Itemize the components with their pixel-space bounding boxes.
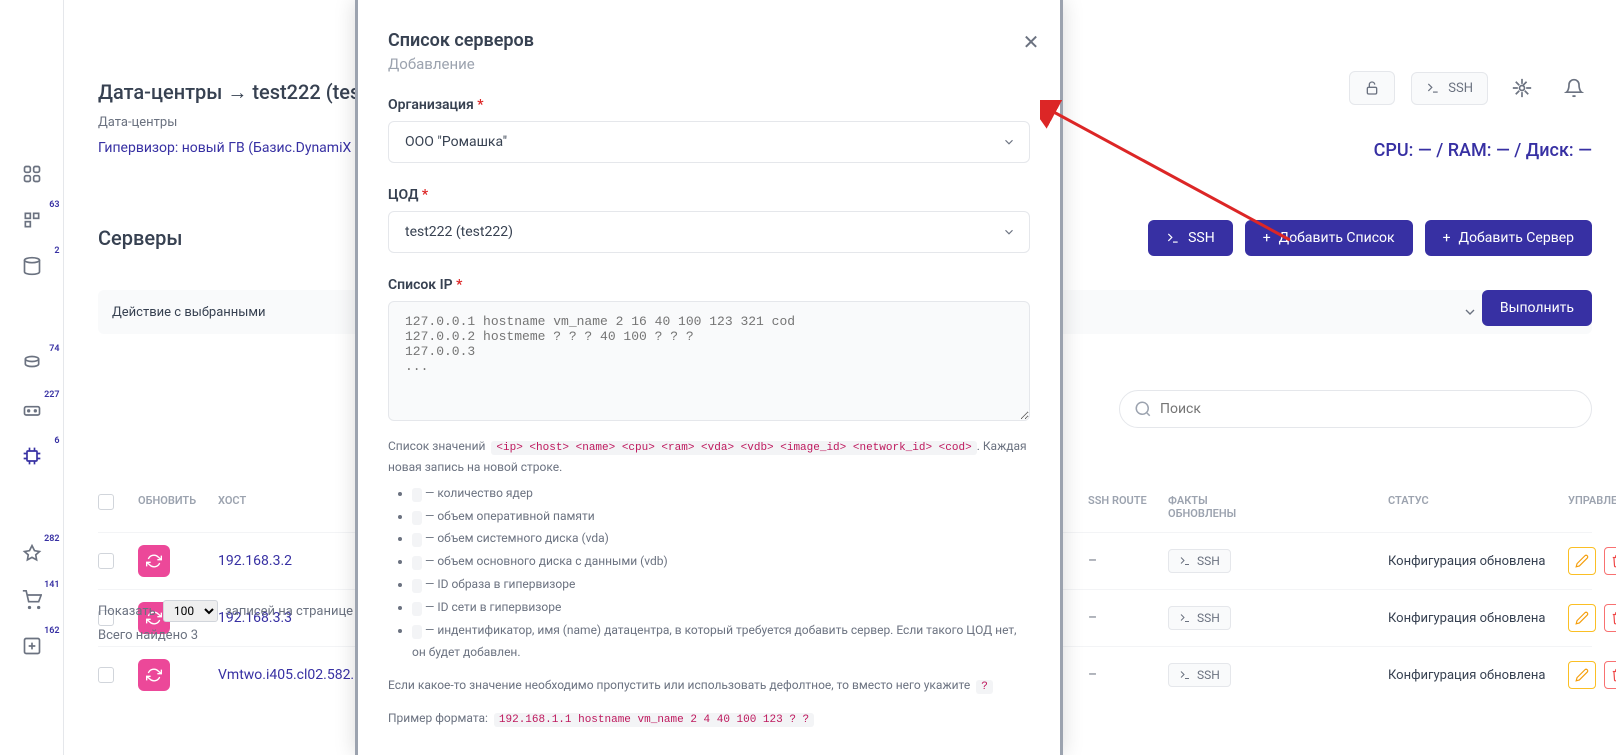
org-select[interactable]: ООО "Ромашка" — [388, 121, 1030, 163]
hypervisor-link[interactable]: Гипервизор: новый ГВ (Базис.DynamiX — [98, 140, 351, 156]
select-all-checkbox[interactable] — [98, 494, 114, 510]
status-text: Конфигурация обновлена — [1388, 668, 1545, 683]
nav-cpu-icon[interactable]: 6 — [20, 444, 44, 468]
gear-icon[interactable] — [1504, 70, 1540, 106]
nav-badge-5: 6 — [54, 436, 59, 446]
plus-icon: + — [1443, 230, 1451, 246]
pagination: Показать 100 записей на странице Всего н… — [98, 600, 353, 643]
ip-label: Список IP — [388, 277, 453, 293]
execute-button[interactable]: Выполнить — [1482, 290, 1592, 326]
nav-badge-4: 227 — [44, 390, 59, 400]
help-item: — объем системного диска (vda) — [412, 528, 1030, 551]
nav-badge-7: 141 — [44, 580, 59, 590]
pag-show: Показать — [98, 604, 156, 619]
row-checkbox[interactable] — [98, 553, 114, 569]
plus-icon: + — [1263, 230, 1271, 246]
nav-item-6[interactable]: 282 — [20, 542, 44, 566]
nav-item-4[interactable]: 227 — [20, 398, 44, 422]
pag-total: Всего найдено 3 — [98, 628, 353, 643]
topbar-ssh-label: SSH — [1448, 81, 1473, 96]
help-item: — ID сети в гипервизоре — [412, 597, 1030, 620]
close-icon[interactable]: ✕ — [1019, 30, 1043, 54]
nav-badge-1: 63 — [49, 200, 59, 210]
help-item: — объем оперативной памяти — [412, 506, 1030, 529]
nav-badge-3: 74 — [49, 344, 59, 354]
topbar: SSH — [1349, 70, 1592, 106]
host-link[interactable]: 192.168.3.2 — [218, 553, 292, 569]
edit-icon[interactable] — [1568, 661, 1596, 689]
search-icon — [1134, 400, 1152, 418]
help-intro: Список значений <ip> <host> <name> <cpu>… — [388, 437, 1030, 477]
add-server-label: Добавить Сервер — [1459, 230, 1574, 246]
delete-icon[interactable] — [1604, 547, 1616, 575]
sidebar: 63 2 74 227 6 282 141 162 — [0, 0, 64, 755]
unlock-button[interactable] — [1349, 71, 1395, 105]
edit-icon[interactable] — [1568, 547, 1596, 575]
col-sshroute: SSH ROUTE — [1088, 494, 1168, 520]
nav-badge-2: 2 — [54, 246, 59, 256]
add-list-modal: ✕ Список серверов Добавление Организация… — [355, 0, 1063, 755]
ssh-section-button[interactable]: SSH — [1148, 220, 1233, 256]
example-help: Пример формата: 192.168.1.1 hostname vm_… — [388, 709, 1030, 730]
breadcrumb-sub[interactable]: Дата-центры — [98, 115, 177, 130]
help-list: — количество ядер — объем оперативной па… — [388, 483, 1030, 664]
status-text: Конфигурация обновлена — [1388, 611, 1545, 626]
cod-select[interactable]: test222 (test222) — [388, 211, 1030, 253]
add-server-button[interactable]: + Добавить Сервер — [1425, 220, 1592, 256]
nav-item-8[interactable]: 162 — [20, 634, 44, 658]
nav-item-1[interactable]: 63 — [20, 208, 44, 232]
add-list-label: Добавить Список — [1279, 230, 1395, 246]
host-link[interactable]: Vmtwo.i405.cl02.582. — [218, 667, 354, 683]
page-size-select[interactable]: 100 — [163, 600, 218, 622]
chevron-down-icon[interactable] — [1462, 304, 1478, 320]
nav-apps-icon[interactable] — [20, 162, 44, 186]
col-refresh: ОБНОВИТЬ — [138, 494, 218, 520]
nav-db-icon[interactable]: 2 — [20, 254, 44, 278]
ssh-label: SSH — [1188, 230, 1215, 246]
modal-title: Список серверов — [388, 30, 1030, 51]
refresh-icon[interactable] — [138, 545, 170, 577]
nav-item-3[interactable]: 74 — [20, 352, 44, 376]
cod-label: ЦОД — [388, 187, 418, 203]
add-list-button[interactable]: + Добавить Список — [1245, 220, 1413, 256]
org-label: Организация — [388, 97, 474, 113]
delete-icon[interactable] — [1604, 661, 1616, 689]
edit-icon[interactable] — [1568, 604, 1596, 632]
resource-stats: CPU: — / RAM: — / Диск: — — [1374, 140, 1592, 161]
delete-icon[interactable] — [1604, 604, 1616, 632]
col-manage: УПРАВЛЕНИЕ — [1568, 494, 1616, 520]
topbar-ssh-button[interactable]: SSH — [1411, 72, 1488, 105]
nav-badge-8: 162 — [44, 626, 59, 636]
search-input[interactable] — [1119, 390, 1592, 428]
nav-item-7[interactable]: 141 — [20, 588, 44, 612]
bell-icon[interactable] — [1556, 70, 1592, 106]
section-title: Серверы — [98, 226, 182, 250]
col-status: СТАТУС — [1388, 494, 1568, 520]
breadcrumb: Дата-центры → test222 (test22 — [98, 80, 390, 105]
ssh-chip[interactable]: SSH — [1168, 549, 1231, 573]
ip-list-textarea[interactable] — [388, 301, 1030, 421]
help-item: — количество ядер — [412, 483, 1030, 506]
pag-suffix: записей на странице — [225, 604, 353, 619]
bulk-action-label: Действие с выбранными — [112, 305, 266, 320]
ssh-chip[interactable]: SSH — [1168, 663, 1231, 687]
skip-help: Если какое-то значение необходимо пропус… — [388, 676, 1030, 697]
ssh-chip[interactable]: SSH — [1168, 606, 1231, 630]
nav-badge-6: 282 — [44, 534, 59, 544]
modal-subtitle: Добавление — [388, 55, 1030, 73]
help-item: — объем основного диска с данными (vdb) — [412, 551, 1030, 574]
help-item: — индентификатор, имя (name) датацентра,… — [412, 620, 1030, 664]
help-item: — ID образа в гипервизоре — [412, 574, 1030, 597]
col-facts: ФАКТЫ ОБНОВЛЕНЫ — [1168, 494, 1268, 520]
row-checkbox[interactable] — [98, 667, 114, 683]
refresh-icon[interactable] — [138, 659, 170, 691]
status-text: Конфигурация обновлена — [1388, 554, 1545, 569]
